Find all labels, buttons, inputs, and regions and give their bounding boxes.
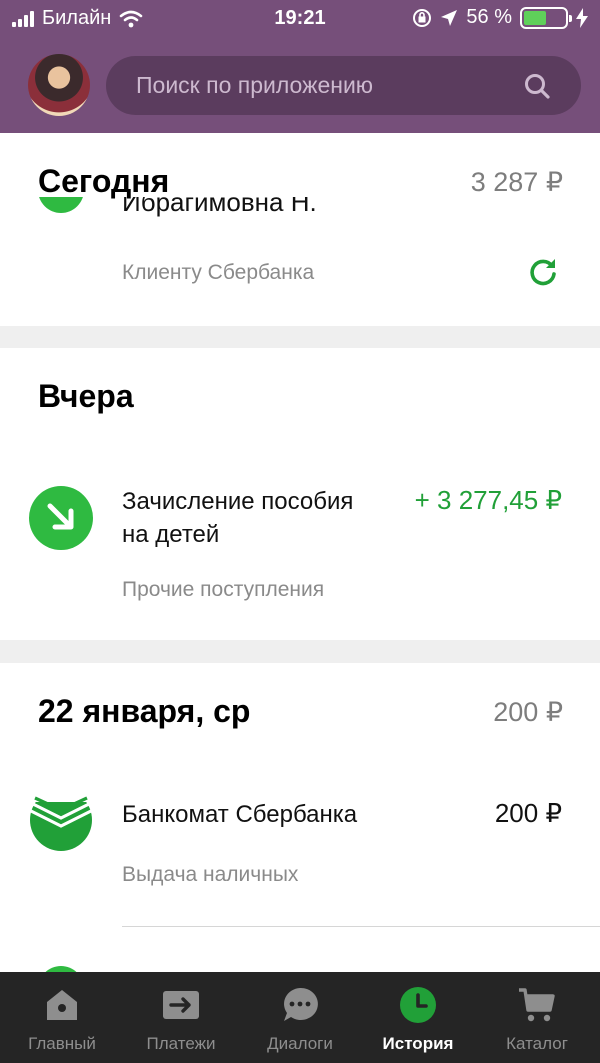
avatar[interactable] [28, 54, 90, 116]
transaction-subtitle: Выдача наличных [122, 863, 299, 886]
tab-dialogs[interactable]: Диалоги [240, 972, 360, 1063]
tab-catalog[interactable]: Каталог [477, 972, 597, 1063]
section-title: Сегодня [38, 163, 170, 199]
charging-icon [576, 7, 588, 28]
incoming-arrow-icon [29, 486, 93, 550]
location-icon [441, 9, 458, 26]
search-icon[interactable] [523, 72, 551, 100]
divider [122, 926, 600, 927]
tab-label: Главный [28, 1034, 96, 1053]
tab-label: История [382, 1034, 454, 1053]
bottom-tab-bar: Главный Платежи Диалоги История Каталог [0, 972, 600, 1063]
transaction-title: Ибрагимовна Н. [122, 197, 317, 217]
tab-label: Каталог [506, 1034, 568, 1053]
tab-main[interactable]: Главный [2, 972, 122, 1063]
cart-icon [519, 988, 555, 1022]
transaction-item[interactable]: Зачисление пособия на детей + 3 277,45 ₽… [0, 468, 600, 618]
transaction-item[interactable]: Банкомат Сбербанка 200 ₽ Выдача наличных [0, 778, 600, 908]
tab-payments[interactable]: Платежи [121, 972, 241, 1063]
sberbank-logo-icon [29, 788, 93, 851]
search-placeholder: Поиск по приложению [136, 72, 374, 98]
transaction-subtitle: Клиенту Сбербанка [122, 261, 315, 284]
transaction-title: Банкомат Сбербанка [122, 801, 358, 828]
payments-arrow-icon [163, 991, 199, 1019]
transaction-icon [38, 197, 84, 213]
battery-percent: 56 % [466, 6, 512, 28]
section-total: 200 ₽ [493, 697, 563, 727]
history-section-jan-22: 22 января, ср 200 ₽ Банкомат Сбербанка 2… [0, 663, 600, 1012]
status-bar: Билайн 19:21 56 % [0, 0, 600, 38]
repeat-icon[interactable] [526, 255, 560, 289]
section-title: 22 января, ср [38, 693, 251, 729]
orientation-lock-icon [413, 8, 432, 27]
transaction-amount: 200 ₽ [494, 798, 562, 828]
transaction-amount: + 3 277,45 ₽ [414, 485, 562, 515]
history-section-today: Сегодня 3 287 ₽ Ибрагимовна Н. Клиенту С… [0, 133, 600, 326]
app-header: Билайн 19:21 56 % Поиск по приложению [0, 0, 600, 133]
history-section-yesterday: Вчера Зачисление пособия на детей + 3 27… [0, 348, 600, 640]
tab-label: Платежи [146, 1034, 216, 1053]
battery-icon [520, 6, 572, 29]
transaction-subtitle: Прочие поступления [122, 578, 325, 601]
transaction-title: Зачисление пособия [122, 488, 354, 515]
home-icon [47, 990, 77, 1020]
clock-icon [400, 987, 436, 1023]
section-total: 3 287 ₽ [470, 167, 563, 197]
tab-label: Диалоги [267, 1034, 333, 1053]
chat-icon [284, 987, 318, 1021]
section-title: Вчера [38, 378, 134, 414]
search-input[interactable]: Поиск по приложению [106, 56, 581, 115]
transaction-item[interactable]: Ибрагимовна Н. Клиенту Сбербанка [0, 197, 600, 302]
transaction-title-line2: на детей [122, 521, 220, 548]
tab-history[interactable]: История [358, 972, 478, 1063]
